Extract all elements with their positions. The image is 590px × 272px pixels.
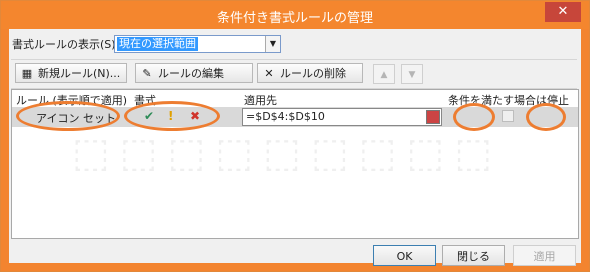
close-button[interactable]: 閉じる bbox=[442, 245, 505, 266]
rules-grid: ルール (表示順で適用) 書式 適用先 条件を満たす場合は停止 アイコン セット… bbox=[11, 89, 579, 239]
range-picker-icon[interactable] bbox=[426, 110, 440, 124]
title-bar[interactable]: 条件付き書式ルールの管理 ✕ bbox=[1, 1, 589, 29]
delete-icon: ✕ bbox=[264, 67, 274, 80]
applies-to-value: =$D$4:$D$10 bbox=[246, 110, 325, 123]
new-rule-button[interactable]: ▦ 新規ルール(N)... bbox=[15, 63, 127, 83]
exclamation-icon: ! bbox=[168, 109, 174, 123]
new-rule-icon: ▦ bbox=[21, 67, 33, 80]
delete-rule-button[interactable]: ✕ ルールの削除(D) bbox=[257, 63, 363, 100]
highlight-stop-oval-left bbox=[453, 103, 495, 131]
highlight-stop-oval-right bbox=[526, 103, 566, 131]
move-up-button[interactable]: ▲ bbox=[373, 64, 395, 84]
header-applies-to: 適用先 bbox=[244, 94, 277, 107]
rules-toolbar: ▦ 新規ルール(N)... ✎ ルールの編集(E)... ✕ ルールの削除(D)… bbox=[11, 59, 577, 100]
stop-if-true-checkbox[interactable] bbox=[502, 110, 514, 122]
move-down-button[interactable]: ▼ bbox=[401, 64, 423, 84]
cross-icon: ✖ bbox=[190, 109, 201, 123]
applies-to-field[interactable]: =$D$4:$D$10 bbox=[242, 108, 442, 126]
new-rule-label: 新規ルール(N)... bbox=[38, 67, 121, 80]
show-rules-value: 現在の選択範囲 bbox=[117, 37, 198, 51]
show-rules-dropdown[interactable]: 現在の選択範囲 ▼ bbox=[114, 35, 281, 53]
dialog-body: 書式ルールの表示(S): 現在の選択範囲 ▼ ▦ 新規ルール(N)... ✎ ル… bbox=[9, 29, 581, 266]
show-rules-label: 書式ルールの表示(S): bbox=[12, 38, 120, 51]
edit-rule-icon: ✎ bbox=[142, 67, 152, 80]
edit-rule-button[interactable]: ✎ ルールの編集(E)... bbox=[135, 63, 253, 100]
ok-button[interactable]: OK bbox=[373, 245, 436, 266]
dialog-title: 条件付き書式ルールの管理 bbox=[216, 11, 373, 26]
table-row[interactable]: アイコン セット ✔ ! ✖ =$D$4:$D$10 bbox=[12, 101, 578, 131]
check-icon: ✔ bbox=[144, 109, 155, 123]
background-watermark: ⬚⬚⬚⬚⬚⬚⬚⬚⬚ bbox=[72, 130, 503, 176]
apply-button[interactable]: 適用 bbox=[513, 245, 576, 266]
close-window-button[interactable]: ✕ bbox=[545, 2, 581, 22]
rule-name: アイコン セット bbox=[36, 112, 116, 125]
dialog-window: 条件付き書式ルールの管理 ✕ 書式ルールの表示(S): 現在の選択範囲 ▼ ▦ … bbox=[0, 0, 590, 272]
chevron-down-icon[interactable]: ▼ bbox=[265, 36, 280, 52]
